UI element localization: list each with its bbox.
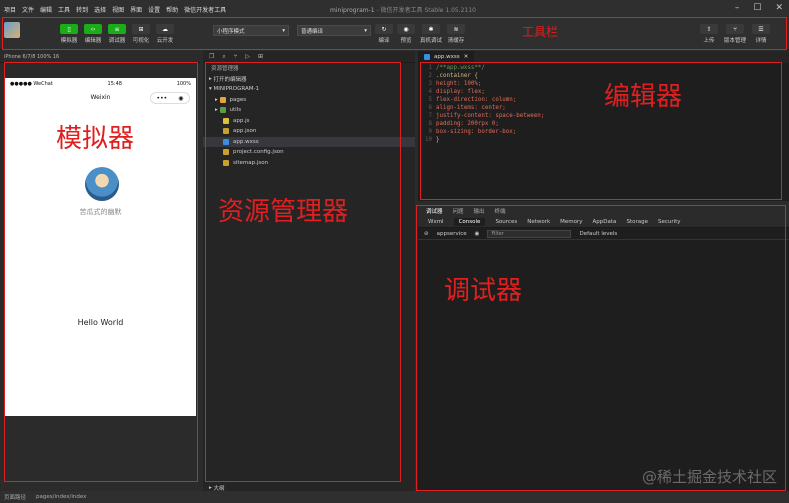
menu-project[interactable]: 项目 xyxy=(4,5,16,14)
device-select[interactable]: iPhone 6/7/8 100% 16 xyxy=(4,54,59,60)
window-title: miniprogram-1 - 微信开发者工具 Stable 1.05.2110 xyxy=(330,7,476,14)
menu-view[interactable]: 视图 xyxy=(112,5,124,14)
simulator-annotation: 模拟器 xyxy=(56,124,135,154)
explorer-annotation-box xyxy=(205,62,401,482)
close-tab-icon[interactable]: ✕ xyxy=(464,54,469,60)
menu-tools[interactable]: 工具 xyxy=(58,5,70,14)
close-icon[interactable]: ✕ xyxy=(775,3,783,13)
extensions-icon[interactable]: ⊞ xyxy=(258,53,263,60)
toolbar-annotation: 工具栏 xyxy=(522,25,559,39)
menu-items: 项目 文件 编辑 工具 转到 选择 视图 界面 设置 帮助 微信开发者工具 xyxy=(0,5,226,14)
menu-devtools[interactable]: 微信开发者工具 xyxy=(184,5,226,14)
menu-interface[interactable]: 界面 xyxy=(130,5,142,14)
minimize-icon[interactable]: – xyxy=(735,3,740,13)
toolbar-annotation-box xyxy=(2,17,787,50)
status-bar: 页面路径 pages/index/index xyxy=(0,491,789,503)
maximize-icon[interactable]: ☐ xyxy=(753,3,761,13)
menu-edit[interactable]: 编辑 xyxy=(40,5,52,14)
debugger-annotation: 调试器 xyxy=(444,276,523,306)
page-path-value[interactable]: pages/index/index xyxy=(36,494,86,500)
menu-bar: 项目 文件 编辑 工具 转到 选择 视图 界面 设置 帮助 微信开发者工具 mi… xyxy=(0,0,789,18)
menu-file[interactable]: 文件 xyxy=(22,5,34,14)
editor-annotation-box xyxy=(420,62,782,200)
wxss-file-icon xyxy=(424,54,430,60)
debug-icon[interactable]: ▷ xyxy=(245,53,250,60)
page-path-label[interactable]: 页面路径 xyxy=(4,493,26,501)
menu-select[interactable]: 选择 xyxy=(94,5,106,14)
editor-annotation: 编辑器 xyxy=(604,82,683,112)
debugger-annotation-box xyxy=(416,205,786,491)
files-icon[interactable]: ❐ xyxy=(209,53,214,60)
menu-settings[interactable]: 设置 xyxy=(148,5,160,14)
git-icon[interactable]: ⑂ xyxy=(234,53,238,60)
search-icon[interactable]: ⌕ xyxy=(222,53,225,61)
menu-help[interactable]: 帮助 xyxy=(166,5,178,14)
menu-goto[interactable]: 转到 xyxy=(76,5,88,14)
watermark: @稀土掘金技术社区 xyxy=(641,468,777,486)
explorer-annotation: 资源管理器 xyxy=(218,197,349,227)
window-controls: – ☐ ✕ xyxy=(735,3,783,13)
